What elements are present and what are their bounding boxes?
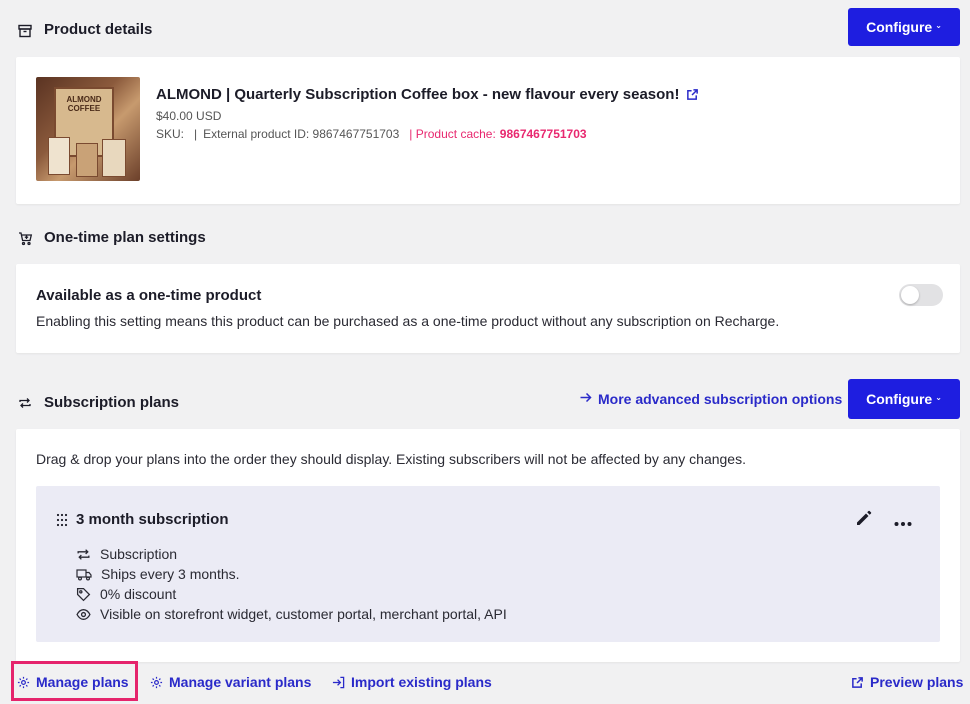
- external-link-icon[interactable]: [686, 88, 699, 101]
- product-price: $40.00 USD: [156, 109, 222, 123]
- plan-feature-row: Visible on storefront widget, customer p…: [76, 604, 507, 624]
- manage-variant-plans-label: Manage variant plans: [169, 674, 312, 690]
- tag-icon: [76, 587, 91, 602]
- one-time-description: Enabling this setting means this product…: [36, 313, 780, 329]
- plan-card[interactable]: 3 month subscription Subscription Ships …: [36, 486, 940, 642]
- manage-plans-label: Manage plans: [36, 674, 129, 690]
- repeat-icon: [76, 547, 91, 562]
- repeat-icon: [17, 395, 33, 411]
- chevron-down-icon: ⌄: [935, 393, 942, 402]
- plan-feature-text: 0% discount: [100, 586, 177, 602]
- plan-feature-row: 0% discount: [76, 584, 507, 604]
- plan-feature-text: Visible on storefront widget, customer p…: [100, 606, 507, 622]
- product-image: ALMOND COFFEE: [36, 77, 140, 181]
- advanced-options-label: More advanced subscription options: [598, 391, 843, 407]
- archive-box-icon: [17, 23, 33, 39]
- plan-feature-text: Ships every 3 months.: [101, 566, 240, 582]
- one-time-toggle[interactable]: [899, 284, 943, 306]
- manage-variant-plans-link[interactable]: Manage variant plans: [150, 674, 311, 690]
- product-card: ALMOND COFFEE ALMOND | Quarterly Subscri…: [16, 57, 960, 204]
- preview-plans-link[interactable]: Preview plans: [851, 674, 963, 690]
- product-configure-button[interactable]: Configure ⌄: [848, 8, 960, 46]
- toggle-knob: [901, 286, 919, 304]
- product-details-title: Product details: [44, 21, 153, 38]
- one-time-title: One-time plan settings: [44, 229, 206, 246]
- product-name: ALMOND | Quarterly Subscription Coffee b…: [156, 86, 680, 103]
- one-time-heading: Available as a one-time product: [36, 287, 262, 304]
- external-link-icon: [851, 676, 864, 689]
- pencil-icon[interactable]: [854, 508, 874, 533]
- product-cache-label: | Product cache:: [409, 127, 496, 141]
- plans-configure-button[interactable]: Configure ⌄: [848, 379, 960, 419]
- one-time-card: Available as a one-time product Enabling…: [16, 264, 960, 353]
- gear-icon: [150, 676, 163, 689]
- external-product-id: External product ID: 9867467751703: [203, 127, 400, 141]
- eye-icon: [76, 607, 91, 622]
- preview-plans-label: Preview plans: [870, 674, 964, 690]
- product-cache-value[interactable]: 9867467751703: [500, 127, 587, 141]
- plan-name: 3 month subscription: [76, 511, 229, 528]
- product-image-label: ALMOND COFFEE: [66, 95, 102, 113]
- truck-icon: [76, 567, 92, 582]
- import-icon: [332, 676, 345, 689]
- cart-plus-icon: [17, 230, 33, 246]
- drag-handle-icon[interactable]: [56, 513, 68, 532]
- chevron-down-icon: ⌄: [935, 21, 942, 30]
- plan-feature-text: Subscription: [100, 546, 178, 562]
- manage-plans-link[interactable]: Manage plans: [17, 674, 129, 690]
- gear-icon: [17, 676, 30, 689]
- plans-instructions: Drag & drop your plans into the order th…: [36, 451, 746, 467]
- advanced-options-link[interactable]: More advanced subscription options: [579, 391, 842, 407]
- import-plans-label: Import existing plans: [351, 674, 492, 690]
- more-options-icon[interactable]: [894, 514, 912, 532]
- import-plans-link[interactable]: Import existing plans: [332, 674, 492, 690]
- plan-feature-row: Subscription: [76, 544, 507, 564]
- plan-feature-row: Ships every 3 months.: [76, 564, 507, 584]
- configure-label: Configure: [866, 19, 933, 35]
- sku-label: SKU:: [156, 127, 185, 141]
- subscription-plans-title: Subscription plans: [44, 394, 180, 411]
- configure-label: Configure: [866, 391, 933, 407]
- separator: |: [194, 127, 198, 141]
- arrow-right-icon: [579, 391, 592, 407]
- subscription-plans-card: Drag & drop your plans into the order th…: [16, 429, 960, 662]
